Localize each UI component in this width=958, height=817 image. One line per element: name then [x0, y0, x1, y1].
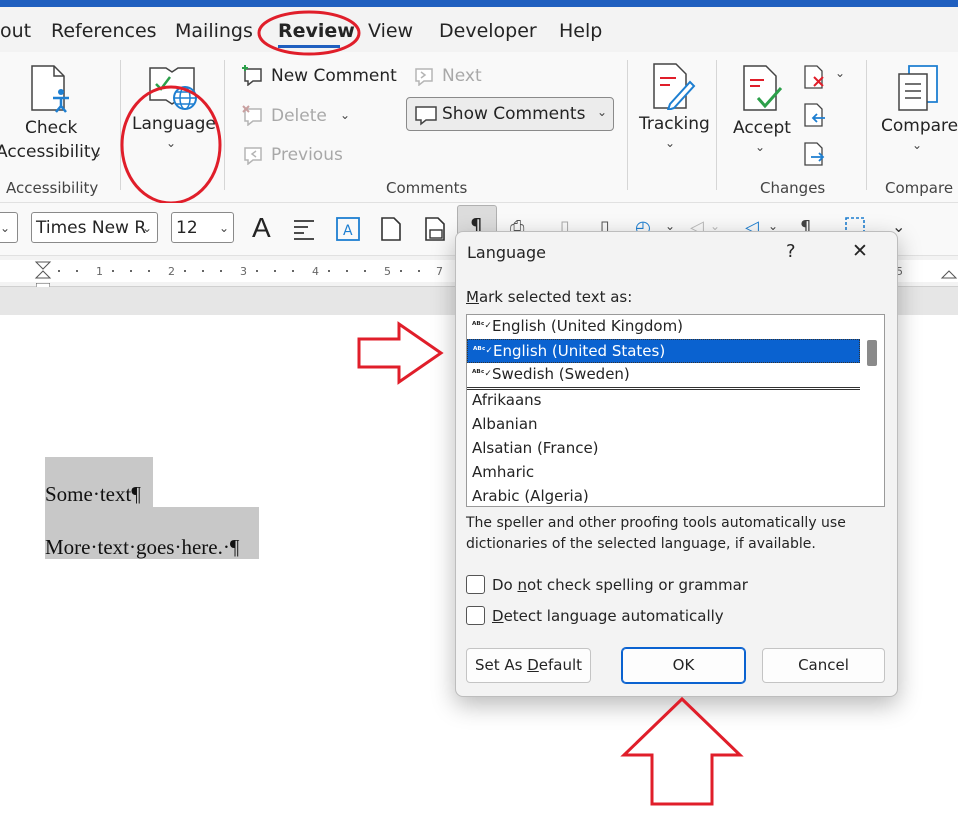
svg-text:1: 1 — [96, 265, 103, 278]
check-label[interactable]: Check — [25, 118, 77, 138]
language-listbox[interactable]: ᴬᴮᶜ✓English (United Kingdom) ᴬᴮᶜ✓English… — [466, 314, 885, 507]
language-item[interactable]: Arabic (Algeria) — [467, 485, 860, 506]
compare-icon — [895, 64, 941, 112]
spellcheck-icon: ᴬᴮᶜ✓ — [473, 346, 493, 356]
new-comment-icon — [241, 64, 265, 87]
previous-change-icon[interactable] — [803, 102, 827, 132]
delete-comment-icon — [241, 104, 265, 127]
group-separator — [627, 60, 628, 190]
svg-text:5: 5 — [384, 265, 391, 278]
chevron-down-icon[interactable]: ⌄ — [92, 146, 102, 160]
print-layout-icon[interactable] — [424, 216, 448, 246]
listbox-scrollbar-thumb[interactable] — [867, 340, 877, 366]
accessibility-label[interactable]: Accessibility — [0, 142, 101, 162]
next-change-icon[interactable] — [803, 141, 827, 171]
document-line-2[interactable]: More·text·goes·here.·¶ — [45, 507, 259, 559]
language-item[interactable]: Amharic — [467, 461, 860, 485]
group-separator — [224, 60, 225, 190]
chevron-down-icon[interactable]: ⌄ — [142, 213, 152, 242]
set-as-default-button[interactable]: Set As Default — [466, 648, 591, 683]
font-size-combo[interactable]: 12 ⌄ — [171, 212, 234, 243]
group-label-changes: Changes — [760, 179, 826, 197]
help-button[interactable]: ? — [786, 241, 796, 262]
style-dropdown[interactable]: ⌄ — [0, 212, 18, 243]
font-name-combo[interactable]: Times New R ⌄ — [31, 212, 158, 243]
ribbon: Check Accessibility ⌄ Accessibility Lang… — [0, 52, 958, 205]
detect-language-label[interactable]: Detect language automatically — [492, 607, 724, 625]
svg-text:3: 3 — [240, 265, 247, 278]
previous-button[interactable]: Previous — [271, 145, 343, 165]
tab-layout[interactable]: out — [0, 20, 31, 42]
chevron-down-icon[interactable]: ⌄ — [912, 138, 922, 152]
tracking-button[interactable]: Tracking — [639, 114, 710, 134]
ok-button[interactable]: OK — [621, 647, 746, 684]
language-item[interactable]: Albanian — [467, 413, 860, 437]
language-item[interactable]: Afrikaans — [467, 389, 860, 413]
group-label-compare: Compare — [885, 179, 954, 197]
accept-button[interactable]: Accept — [733, 118, 791, 138]
next-button[interactable]: Next — [442, 66, 482, 86]
chevron-down-icon[interactable]: ⌄ — [597, 105, 607, 119]
reject-icon[interactable] — [803, 64, 827, 94]
spellcheck-icon: ᴬᴮᶜ✓ — [472, 369, 492, 379]
next-comment-icon — [412, 64, 436, 87]
tab-help[interactable]: Help — [559, 20, 602, 42]
spellcheck-icon: ᴬᴮᶜ✓ — [472, 321, 492, 331]
tab-references[interactable]: References — [51, 20, 157, 42]
accept-icon — [740, 64, 786, 114]
tab-developer[interactable]: Developer — [439, 20, 537, 42]
no-check-spelling-checkbox[interactable] — [466, 575, 485, 594]
ribbon-tab-row: out References Mailings Review View Deve… — [0, 7, 958, 52]
chevron-down-icon[interactable]: ⌄ — [340, 108, 350, 122]
show-comments-button[interactable]: Show Comments ⌄ — [406, 97, 614, 131]
dialog-title: Language — [467, 243, 546, 262]
title-bar-strip — [0, 0, 958, 7]
font-style-icon[interactable]: A — [252, 212, 271, 244]
paragraph-format-icon[interactable] — [292, 217, 318, 245]
group-separator — [716, 60, 717, 190]
svg-text:2: 2 — [168, 265, 175, 278]
chevron-down-icon[interactable]: ⌄ — [219, 213, 229, 242]
tab-mailings[interactable]: Mailings — [175, 20, 253, 42]
group-separator — [866, 60, 867, 190]
chevron-down-icon[interactable]: ⌄ — [755, 140, 765, 154]
mark-selected-label: Mark selected text as: — [466, 288, 633, 306]
tracking-icon — [650, 62, 696, 112]
svg-text:4: 4 — [312, 265, 319, 278]
detect-language-checkbox[interactable] — [466, 606, 485, 625]
group-label-comments: Comments — [386, 179, 468, 197]
chevron-down-icon[interactable]: ⌄ — [835, 66, 845, 80]
language-item[interactable]: ᴬᴮᶜ✓Swedish (Sweden) — [467, 363, 860, 387]
font-size-value: 12 — [176, 218, 198, 238]
description-line-2: dictionaries of the selected language, i… — [466, 536, 816, 552]
document-line-1[interactable]: Some·text¶ — [45, 457, 153, 507]
delete-button[interactable]: Delete — [271, 106, 327, 126]
cancel-button[interactable]: Cancel — [762, 648, 885, 683]
group-label-accessibility: Accessibility — [6, 179, 99, 197]
no-check-spelling-label[interactable]: Do not check spelling or grammar — [492, 576, 748, 594]
description-line-1: The speller and other proofing tools aut… — [466, 515, 846, 531]
previous-comment-icon — [241, 143, 265, 166]
show-comments-icon — [414, 104, 438, 130]
svg-text:7: 7 — [436, 265, 443, 278]
language-item[interactable]: ᴬᴮᶜ✓English (United Kingdom) — [467, 315, 860, 339]
text-box-icon[interactable]: A — [335, 216, 361, 246]
blank-page-icon[interactable] — [380, 216, 402, 246]
annotation-arrow-up — [620, 696, 744, 806]
language-item-selected[interactable]: ᴬᴮᶜ✓English (United States) — [467, 339, 860, 363]
close-icon[interactable]: ✕ — [852, 240, 868, 262]
font-name-value: Times New R — [36, 218, 147, 238]
compare-button[interactable]: Compare — [881, 116, 958, 136]
tab-view[interactable]: View — [368, 20, 413, 42]
show-comments-label: Show Comments — [442, 104, 586, 124]
chevron-down-icon[interactable]: ⌄ — [665, 136, 675, 150]
language-dialog: Language ? ✕ Mark selected text as: ᴬᴮᶜ✓… — [455, 231, 898, 697]
annotation-circle-review — [257, 10, 361, 56]
svg-text:A: A — [343, 223, 353, 239]
new-comment-button[interactable]: New Comment — [271, 66, 397, 86]
check-accessibility-icon — [28, 64, 72, 114]
language-item[interactable]: Alsatian (France) — [467, 437, 860, 461]
annotation-arrow-right — [357, 321, 444, 385]
